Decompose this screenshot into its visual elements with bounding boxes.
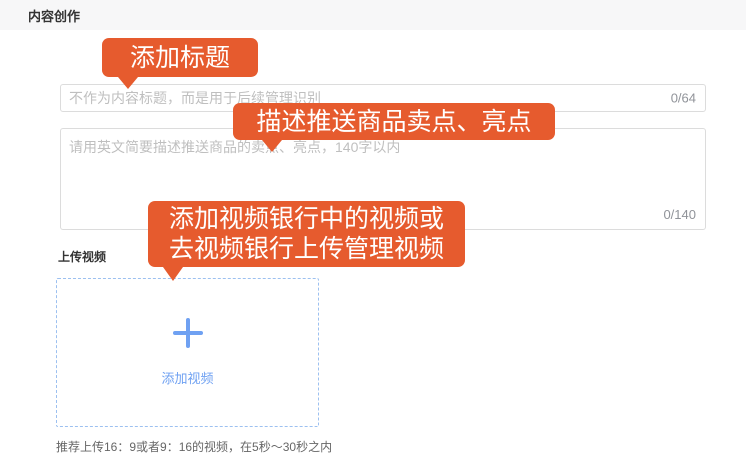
triangle-down-icon (262, 140, 282, 152)
video-upload-dropzone[interactable]: 添加视频 (56, 278, 319, 427)
page-header: 内容创作 (0, 0, 746, 30)
triangle-down-icon (118, 77, 138, 89)
callout-video-bank: 添加视频银行中的视频或 去视频银行上传管理视频 (148, 201, 465, 267)
plus-icon[interactable] (173, 318, 203, 348)
callout-add-title: 添加标题 (102, 38, 258, 77)
callout-selling-points-text: 描述推送商品卖点、亮点 (256, 107, 531, 137)
upload-video-label: 上传视频 (58, 248, 106, 265)
upload-hint: 推荐上传16：9或者9：16的视频，在5秒～30秒之内 (56, 438, 332, 455)
callout-video-bank-line1: 添加视频银行中的视频或 (169, 204, 444, 234)
content-creation-page: 内容创作 0/64 0/140 添加标题 描述推送商品卖点、亮点 添加视频银行中… (0, 0, 746, 466)
triangle-down-icon (163, 267, 183, 281)
callout-video-bank-line2: 去视频银行上传管理视频 (169, 234, 444, 264)
callout-add-title-text: 添加标题 (130, 43, 230, 73)
add-video-button[interactable]: 添加视频 (161, 368, 213, 387)
title-char-counter: 0/64 (671, 91, 696, 106)
description-char-counter: 0/140 (663, 207, 696, 222)
page-title: 内容创作 (28, 6, 80, 25)
callout-selling-points: 描述推送商品卖点、亮点 (233, 103, 555, 140)
